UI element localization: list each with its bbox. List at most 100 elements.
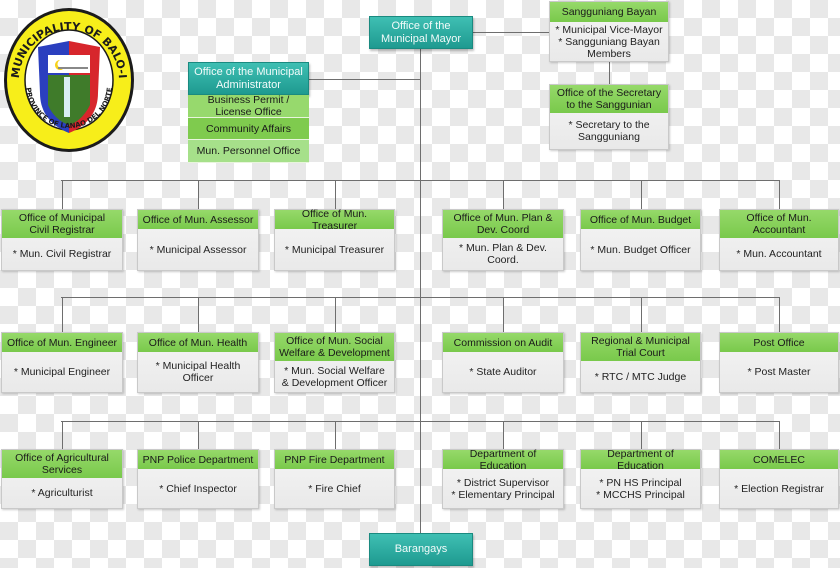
row2-bus xyxy=(61,297,780,298)
community-affairs-label: Community Affairs xyxy=(206,122,291,135)
node-body: * Municipal Assessor xyxy=(138,229,258,270)
node-body: * Chief Inspector xyxy=(138,469,258,508)
department-title: COMELEC xyxy=(753,453,805,466)
department-drop-connector xyxy=(779,421,780,449)
node-body: * Agriculturist xyxy=(2,478,122,508)
node-body: * Fire Chief xyxy=(275,469,394,508)
sangguniang-bayan-node[interactable]: Sangguniang Bayan * Municipal Vice-Mayor… xyxy=(549,1,669,62)
node-body: * Mun. Budget Officer xyxy=(581,229,700,270)
node-body: * Mun. Accountant xyxy=(720,238,838,270)
node-body: * Mun. Social Welfare & Development Offi… xyxy=(275,361,394,392)
department-officials: * Municipal Engineer xyxy=(13,366,111,378)
node-header: Office of Agricultural Services xyxy=(2,450,122,478)
node-header: Office of Municipal Civil Registrar xyxy=(2,210,122,238)
business-permit-unit[interactable]: Business Permit / License Office xyxy=(188,94,309,118)
mayor-office-label: Office of the Municipal Mayor xyxy=(380,19,462,45)
department-node[interactable]: PNP Police Department * Chief Inspector xyxy=(137,449,259,509)
barangays-node[interactable]: Barangays xyxy=(369,533,473,566)
department-drop-connector xyxy=(503,421,504,449)
department-officials: * Municipal Assessor xyxy=(149,243,247,256)
personnel-office-unit[interactable]: Mun. Personnel Office xyxy=(188,140,309,163)
node-header: PNP Police Department xyxy=(138,450,258,469)
mayor-to-council-connector xyxy=(472,32,549,33)
node-header: Post Office xyxy=(720,333,838,352)
business-permit-label: Business Permit / License Office xyxy=(207,94,290,118)
node-members: * Secretary to the Sangguniang xyxy=(568,119,650,143)
department-node[interactable]: PNP Fire Department * Fire Chief xyxy=(274,449,395,509)
administrator-office-node[interactable]: Office of the Municipal Administrator xyxy=(188,62,309,95)
department-officials: * District Supervisor * Elementary Princ… xyxy=(451,476,555,501)
node-body: * State Auditor xyxy=(443,352,563,392)
department-title: Office of Mun. Social Welfare & Developm… xyxy=(279,335,390,359)
admin-connector xyxy=(309,79,420,80)
department-drop-connector xyxy=(198,421,199,449)
department-node[interactable]: Office of Mun. Social Welfare & Developm… xyxy=(274,332,395,393)
personnel-office-label: Mun. Personnel Office xyxy=(196,145,301,157)
department-node[interactable]: Office of Mun. Health * Municipal Health … xyxy=(137,332,259,393)
department-node[interactable]: Post Office * Post Master xyxy=(719,332,839,393)
department-officials: * Mun. Accountant xyxy=(736,248,822,260)
mayor-office-node[interactable]: Office of the Municipal Mayor xyxy=(369,16,473,49)
department-node[interactable]: Office of Mun. Plan & Dev. Coord * Mun. P… xyxy=(442,209,564,271)
department-officials: * Municipal Health Officer xyxy=(155,360,241,384)
department-drop-connector xyxy=(503,297,504,332)
administrator-office-label: Office of the Municipal Administrator xyxy=(194,65,303,91)
node-body: * RTC / MTC Judge xyxy=(581,361,700,392)
node-body: * PN HS Principal * MCCHS Principal xyxy=(581,469,700,508)
node-header: Sangguniang Bayan xyxy=(550,2,668,22)
department-node[interactable]: Office of Mun. Engineer * Municipal Engin… xyxy=(1,332,123,393)
department-title: Department of Education xyxy=(607,447,674,472)
node-body: * Post Master xyxy=(720,352,838,392)
department-drop-connector xyxy=(641,180,642,209)
department-drop-connector xyxy=(335,421,336,449)
department-drop-connector xyxy=(503,180,504,209)
node-body: * Municipal Health Officer xyxy=(138,352,258,392)
department-officials: * Agriculturist xyxy=(31,487,93,499)
department-title: PNP Police Department xyxy=(142,453,254,466)
node-body: * Municipal Treasurer xyxy=(275,229,394,270)
department-node[interactable]: Office of Mun. Treasurer * Municipal Trea… xyxy=(274,207,395,271)
department-title: Office of Municipal Civil Registrar xyxy=(18,212,106,236)
node-header: Department of Education xyxy=(581,447,700,472)
department-title: Office of Mun. Treasurer xyxy=(301,207,368,232)
row3-bus xyxy=(61,421,780,422)
department-officials: * State Auditor xyxy=(469,366,537,378)
department-officials: * Election Registrar xyxy=(734,482,824,495)
node-title: Sangguniang Bayan xyxy=(561,6,657,18)
department-node[interactable]: Regional & Municipal Trial Court * RTC / … xyxy=(580,332,701,393)
department-drop-connector xyxy=(641,421,642,449)
node-title: Office of the Secretary to the Sanggunia… xyxy=(556,87,662,111)
row1-bus xyxy=(61,180,780,181)
node-header: PNP Fire Department xyxy=(275,450,394,469)
department-drop-connector xyxy=(335,297,336,332)
node-body: * Municipal Vice-Mayor * Sangguniang Bay… xyxy=(550,22,668,61)
node-header: Office of Mun. Social Welfare & Developm… xyxy=(275,333,394,361)
department-drop-connector xyxy=(62,180,63,209)
department-title: Office of Mun. Health xyxy=(148,336,248,349)
department-title: Commission on Audit xyxy=(453,336,553,349)
department-node[interactable]: COMELEC * Election Registrar xyxy=(719,449,839,509)
department-node[interactable]: Department of Education * PN HS Principal… xyxy=(580,447,701,509)
department-node[interactable]: Department of Education * District Superv… xyxy=(442,448,564,509)
department-drop-connector xyxy=(198,297,199,332)
trunk-connector xyxy=(420,47,421,533)
department-node[interactable]: Office of Municipal Civil Registrar * Mun… xyxy=(1,209,123,271)
community-affairs-unit[interactable]: Community Affairs xyxy=(188,118,309,140)
secretary-office-node[interactable]: Office of the Secretary to the Sanggunia… xyxy=(549,84,669,150)
department-title: Office of Agricultural Services xyxy=(15,452,109,476)
department-officials: * Municipal Treasurer xyxy=(284,243,385,256)
node-header: Commission on Audit xyxy=(443,333,563,352)
department-drop-connector xyxy=(62,421,63,449)
department-node[interactable]: Office of Mun. Accountant * Mun. Accounta… xyxy=(719,209,839,271)
department-node[interactable]: Commission on Audit * State Auditor xyxy=(442,332,564,393)
department-drop-connector xyxy=(779,180,780,209)
department-officials: * Post Master xyxy=(747,366,811,378)
department-drop-connector xyxy=(641,297,642,332)
department-node[interactable]: Office of Mun. Assessor * Municipal Asses… xyxy=(137,209,259,271)
department-officials: * Chief Inspector xyxy=(159,482,237,495)
department-drop-connector xyxy=(779,297,780,332)
council-to-secretary-connector xyxy=(609,61,610,84)
department-officials: * Fire Chief xyxy=(308,482,361,495)
department-node[interactable]: Office of Mun. Budget * Mun. Budget Offic… xyxy=(580,209,701,271)
department-node[interactable]: Office of Agricultural Services * Agricul… xyxy=(1,449,123,509)
